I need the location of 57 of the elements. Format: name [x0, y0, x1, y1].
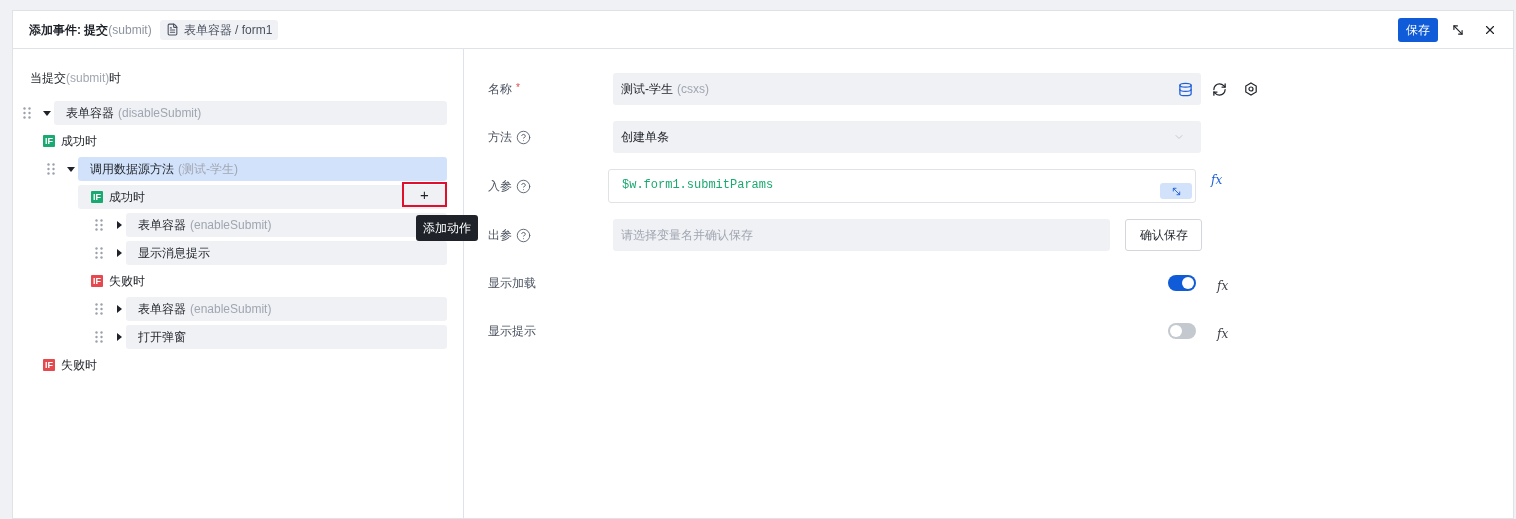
- field-label: 方法: [488, 129, 512, 146]
- field-label: 名称: [488, 81, 512, 98]
- toggle-switch[interactable]: [1168, 275, 1196, 291]
- branch-label: 失败时: [61, 357, 97, 374]
- branch-label: 失败时: [109, 273, 145, 290]
- condition-tag: IF: [43, 135, 55, 147]
- drag-handle-icon[interactable]: [95, 247, 103, 259]
- confirm-save-button[interactable]: 确认保存: [1125, 219, 1202, 251]
- breadcrumb-tag: 表单容器 / form1: [159, 19, 279, 40]
- action-item[interactable]: 调用数据源方法 (测试-学生): [78, 157, 447, 181]
- drag-handle-icon[interactable]: [95, 331, 103, 343]
- action-item[interactable]: 表单容器 (enableSubmit): [126, 297, 447, 321]
- formula-toggle[interactable]: fx: [1217, 327, 1229, 341]
- action-item[interactable]: 打开弹窗: [126, 325, 447, 349]
- variable-input[interactable]: 请选择变量名并确认保存: [613, 219, 1110, 251]
- help-icon[interactable]: [516, 129, 531, 145]
- tooltip: 添加动作: [416, 215, 478, 241]
- required-mark: *: [516, 81, 520, 95]
- field-label: 显示加载: [488, 275, 536, 292]
- drag-handle-icon[interactable]: [95, 219, 103, 231]
- drag-handle-icon[interactable]: [23, 107, 31, 119]
- refresh-icon[interactable]: [1212, 81, 1227, 97]
- action-item[interactable]: 表单容器 (disableSubmit): [54, 101, 447, 125]
- trigger-label: 当提交(submit)时: [30, 70, 123, 87]
- caret-icon[interactable]: [43, 109, 51, 117]
- help-icon[interactable]: [516, 227, 531, 243]
- branch-label: 成功时: [109, 189, 145, 206]
- panel-title: 添加事件: 提交(submit): [29, 21, 152, 39]
- condition-tag: IF: [91, 275, 103, 287]
- save-button[interactable]: 保存: [1398, 17, 1438, 42]
- drag-handle-icon[interactable]: [95, 303, 103, 315]
- settings-icon[interactable]: [1244, 82, 1258, 96]
- form-icon: [165, 23, 179, 36]
- formula-toggle[interactable]: fx: [1217, 279, 1229, 293]
- expand-icon: [1170, 185, 1182, 197]
- caret-icon[interactable]: [115, 305, 123, 313]
- expand-icon[interactable]: [1451, 22, 1465, 37]
- drag-handle-icon[interactable]: [47, 163, 55, 175]
- caret-icon[interactable]: [115, 249, 123, 257]
- add-action-button[interactable]: +: [402, 182, 447, 207]
- field-label: 入参: [488, 178, 512, 195]
- condition-tag: IF: [43, 359, 55, 371]
- branch-label: 成功时: [61, 133, 97, 150]
- toggle-switch[interactable]: [1168, 323, 1196, 339]
- caret-icon[interactable]: [115, 221, 123, 229]
- database-icon: [1178, 81, 1193, 97]
- method-select[interactable]: 创建单条: [613, 121, 1201, 153]
- condition-tag: IF: [91, 191, 103, 203]
- datasource-select[interactable]: 测试-学生 (csxs): [613, 73, 1201, 105]
- caret-icon[interactable]: [115, 333, 123, 341]
- action-item[interactable]: 显示消息提示: [126, 241, 447, 265]
- formula-toggle[interactable]: fx: [1211, 173, 1223, 187]
- expand-button[interactable]: [1160, 183, 1192, 199]
- caret-icon[interactable]: [67, 165, 75, 173]
- help-icon[interactable]: [516, 178, 531, 194]
- field-label: 显示提示: [488, 323, 536, 340]
- field-label: 出参: [488, 227, 512, 244]
